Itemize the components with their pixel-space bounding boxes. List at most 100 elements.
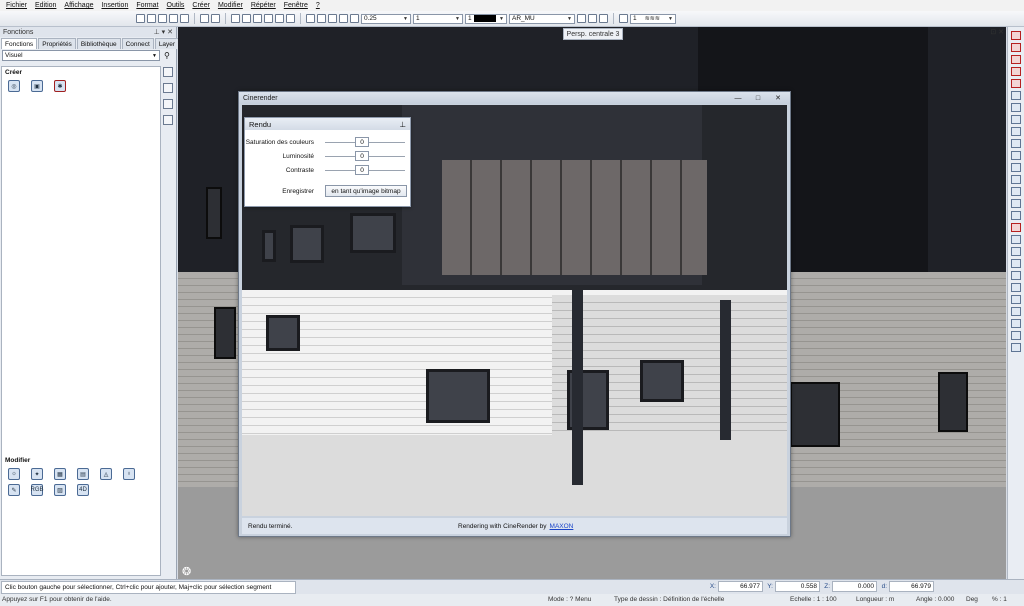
side-tool-3-icon[interactable] [163, 99, 173, 109]
text-icon[interactable] [1011, 295, 1021, 304]
length-status[interactable]: Longueur : m [856, 596, 894, 603]
z-field[interactable]: 0.000 [832, 581, 877, 592]
percent-status[interactable]: % : 1 [992, 596, 1007, 603]
material-icon[interactable]: ▤ [77, 468, 89, 480]
4d-icon[interactable]: 4D [77, 484, 89, 496]
cut-icon[interactable] [242, 14, 251, 23]
preview-icon[interactable] [180, 14, 189, 23]
select-icon[interactable] [231, 14, 240, 23]
d-field[interactable]: 66.979 [889, 581, 934, 592]
split-icon[interactable] [1011, 67, 1021, 76]
sum-icon[interactable] [1011, 319, 1021, 328]
filter-icon[interactable] [1011, 271, 1021, 280]
zoom-icon[interactable] [306, 14, 315, 23]
line-type-select[interactable]: 1 ▼ [413, 13, 463, 24]
new-icon[interactable] [136, 14, 145, 23]
menu-fichier[interactable]: Fichier [2, 2, 31, 9]
ungroup-icon[interactable] [1011, 211, 1021, 220]
align-icon[interactable] [1011, 187, 1021, 196]
layers-icon[interactable] [275, 14, 284, 23]
angle-status[interactable]: Angle : 0.000 [916, 596, 954, 603]
navigation-gizmo-icon[interactable]: ❂ [182, 565, 191, 578]
contraste-value[interactable]: 0 [355, 165, 369, 175]
scale-select[interactable]: 1 ≋≋≋ ▼ [630, 13, 676, 24]
eyedropper-icon[interactable]: ✎ [8, 484, 20, 496]
funnel-icon[interactable] [1011, 331, 1021, 340]
menu-edition[interactable]: Edition [31, 2, 60, 9]
saturation-value[interactable]: 0 [355, 137, 369, 147]
redo-icon[interactable] [211, 14, 220, 23]
texture-icon[interactable]: ▦ [54, 468, 66, 480]
offset-icon[interactable] [1011, 163, 1021, 172]
view-icon[interactable] [286, 14, 295, 23]
light-source-icon[interactable]: ✱ [54, 80, 66, 92]
rgb-icon[interactable]: RGB [31, 484, 44, 496]
scale-icon[interactable] [619, 14, 628, 23]
scale-tool-icon[interactable] [1011, 139, 1021, 148]
menu-fenetre[interactable]: Fenêtre [280, 2, 312, 9]
layer-select[interactable]: AR_MU ▼ [509, 13, 575, 24]
menu-modifier[interactable]: Modifier [214, 2, 247, 9]
pencil-icon[interactable] [339, 14, 348, 23]
x-field[interactable]: 66.977 [718, 581, 763, 592]
pen-thickness-select[interactable]: 0.25 ▼ [361, 13, 411, 24]
menu-insertion[interactable]: Insertion [97, 2, 132, 9]
copy-icon[interactable] [253, 14, 262, 23]
luminosite-slider[interactable]: 0 [325, 151, 405, 161]
delete-segment-icon[interactable] [1011, 43, 1021, 52]
side-tool-1-icon[interactable] [163, 67, 173, 77]
hatch-icon[interactable] [1011, 283, 1021, 292]
menu-help[interactable]: ? [312, 2, 324, 9]
color-select[interactable]: 1 ▼ [465, 13, 507, 24]
minimize-button[interactable]: — [730, 93, 746, 103]
open-icon[interactable] [147, 14, 156, 23]
render-icon[interactable]: ◎ [8, 80, 20, 92]
pin-icon[interactable]: ⊥ [399, 120, 406, 129]
menu-format[interactable]: Format [132, 2, 162, 9]
symbol-icon[interactable] [1011, 307, 1021, 316]
wrench-icon[interactable]: ⚲ [164, 51, 170, 60]
move-icon[interactable] [1011, 91, 1021, 100]
pan-icon[interactable] [317, 14, 326, 23]
saturation-slider[interactable]: 0 [325, 137, 405, 147]
eraser-icon[interactable] [1011, 31, 1021, 40]
measure-icon[interactable] [1011, 235, 1021, 244]
tab-layer[interactable]: Layer [154, 38, 180, 49]
save-bitmap-button[interactable]: en tant qu'image bitmap [325, 185, 407, 197]
close-icon[interactable]: ✕ [167, 29, 173, 36]
stretch-icon[interactable] [1011, 151, 1021, 160]
print-icon[interactable] [169, 14, 178, 23]
tab-bibliotheque[interactable]: Bibliothèque [76, 38, 121, 49]
dimension-icon[interactable] [1011, 247, 1021, 256]
undo-icon[interactable] [200, 14, 209, 23]
delete-icon[interactable] [1011, 223, 1021, 232]
pin-icon[interactable]: ⊥ [154, 29, 160, 36]
luminosite-value[interactable]: 0 [355, 151, 369, 161]
angle-unit-status[interactable]: Deg [966, 596, 978, 603]
rotate-icon[interactable] [1011, 103, 1021, 112]
light-settings-icon[interactable]: ✦ [31, 468, 43, 480]
lamp-icon[interactable]: ♁ [123, 468, 135, 480]
maxon-link[interactable]: MAXON [550, 523, 574, 530]
menu-affichage[interactable]: Affichage [60, 2, 97, 9]
array-icon[interactable] [1011, 175, 1021, 184]
format-settings-icon[interactable] [577, 14, 586, 23]
menu-repeter[interactable]: Répéter [247, 2, 280, 9]
copy-tool-icon[interactable] [1011, 127, 1021, 136]
sun-icon[interactable]: ☼ [8, 468, 20, 480]
maximize-button[interactable]: □ [750, 93, 766, 103]
close-button[interactable]: ✕ [770, 93, 786, 103]
save-icon[interactable] [158, 14, 167, 23]
light-icon[interactable] [588, 14, 597, 23]
match-properties-icon[interactable] [1011, 259, 1021, 268]
family-select[interactable]: Visuel ▼ [2, 50, 160, 61]
group-icon[interactable] [1011, 199, 1021, 208]
select-filter-icon[interactable] [1011, 343, 1021, 352]
tab-connect[interactable]: Connect [121, 38, 154, 49]
menu-creer[interactable]: Créer [188, 2, 214, 9]
extend-icon[interactable] [1011, 79, 1021, 88]
tab-fonctions[interactable]: Fonctions [1, 38, 38, 49]
side-tool-4-icon[interactable] [163, 115, 173, 125]
side-tool-2-icon[interactable] [163, 83, 173, 93]
viewport-controls[interactable]: ⊡ ✕ [990, 28, 1004, 36]
